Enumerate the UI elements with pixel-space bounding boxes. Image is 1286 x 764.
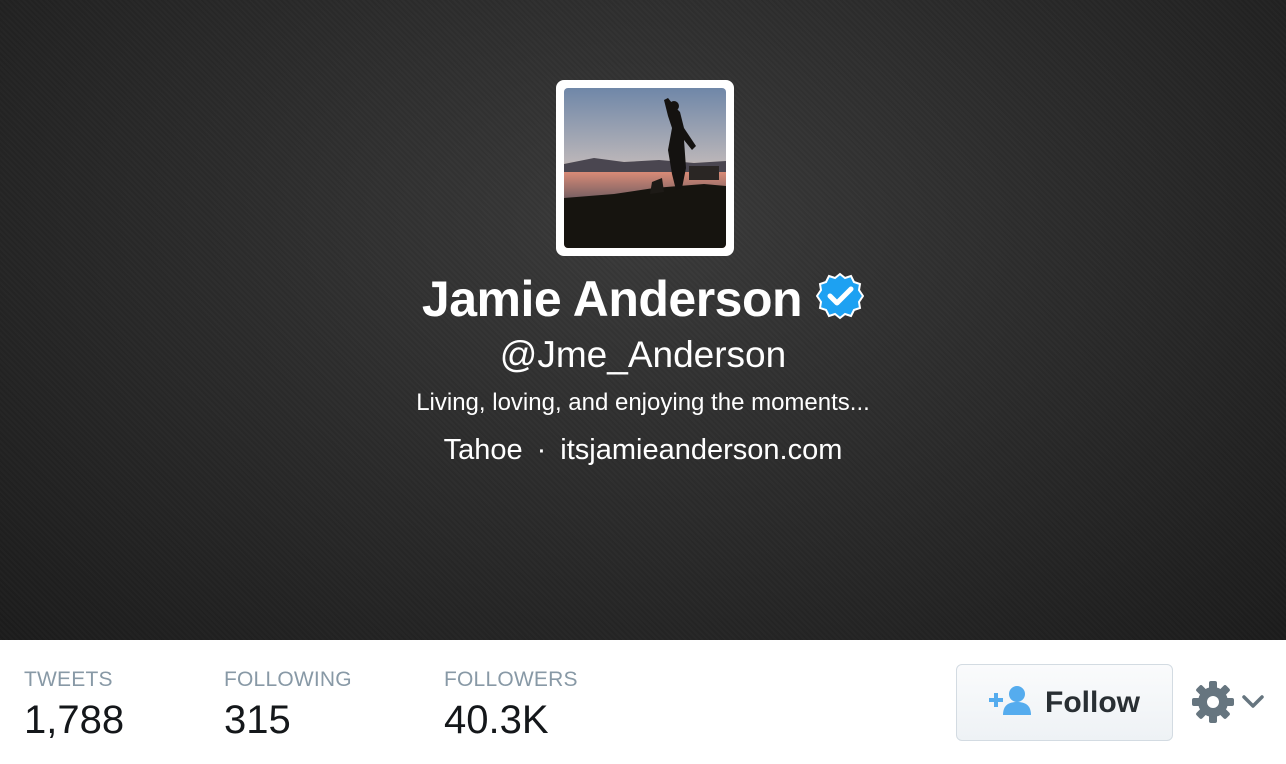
stat-following[interactable]: FOLLOWING 315 [224, 668, 352, 743]
profile-website-link[interactable]: itsjamieanderson.com [560, 434, 842, 466]
stat-followers[interactable]: FOLLOWERS 40.3K [444, 668, 578, 743]
gear-icon [1192, 680, 1234, 728]
avatar[interactable] [556, 80, 734, 256]
add-user-icon [989, 685, 1033, 720]
profile-header: Jamie Anderson @Jme_Anderson Living, lov… [0, 0, 1286, 640]
settings-dropdown[interactable] [1192, 680, 1264, 728]
verified-badge-icon [815, 272, 865, 320]
stat-following-label: FOLLOWING [224, 668, 352, 691]
stat-followers-label: FOLLOWERS [444, 668, 578, 691]
profile-meta: Tahoe · itsjamieanderson.com [0, 434, 1286, 467]
profile-bio: Living, loving, and enjoying the moments… [416, 389, 870, 416]
profile-location: Tahoe [443, 434, 523, 466]
stat-tweets-value: 1,788 [24, 698, 125, 742]
avatar-image [564, 88, 726, 248]
profile-handle: @Jme_Anderson [499, 334, 787, 375]
follow-button-label: Follow [1045, 685, 1140, 719]
stat-following-value: 315 [224, 698, 291, 742]
stat-tweets[interactable]: TWEETS 1,788 [24, 668, 124, 743]
stat-tweets-label: TWEETS [24, 668, 113, 691]
avatar-photo [564, 88, 726, 248]
chevron-down-icon [1242, 694, 1264, 714]
follow-button[interactable]: Follow [956, 664, 1173, 741]
stat-followers-value: 40.3K [444, 698, 549, 742]
meta-separator: · [536, 434, 547, 466]
profile-name: Jamie Anderson [421, 271, 803, 327]
